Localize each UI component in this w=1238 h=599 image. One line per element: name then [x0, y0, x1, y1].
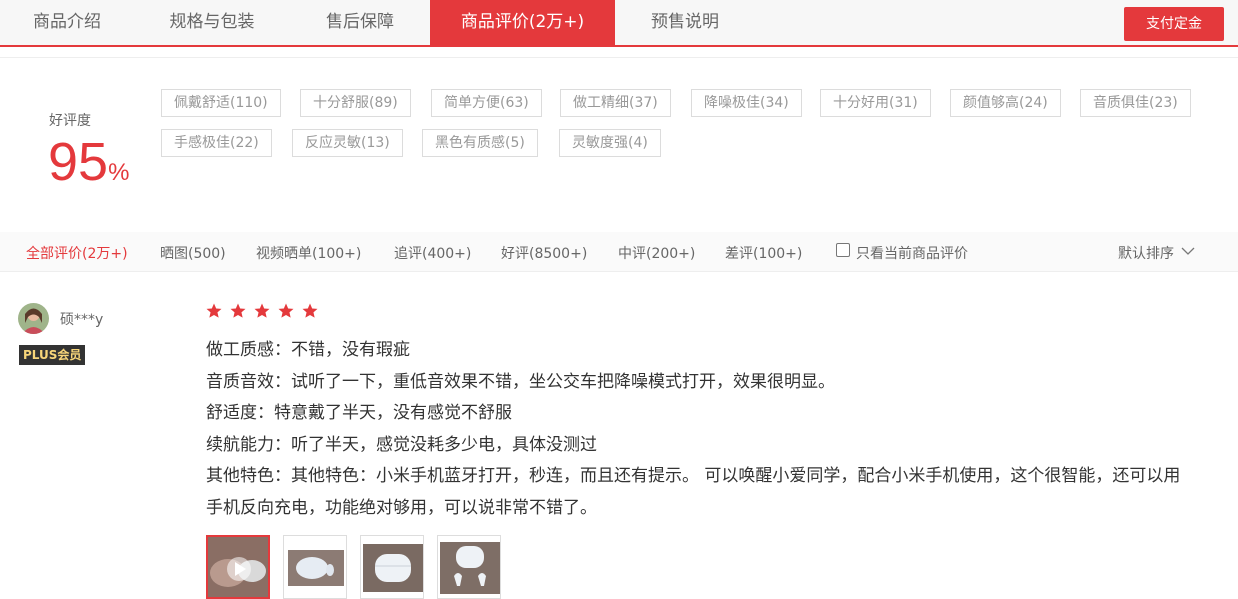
tab-reviews[interactable]: 商品评价(2万+): [430, 0, 615, 45]
product-tab-bar: 商品介绍 规格与包装 售后保障 商品评价(2万+) 预售说明 支付定金: [0, 0, 1238, 47]
review-tag[interactable]: 佩戴舒适(110): [161, 89, 281, 117]
video-thumbnail[interactable]: [206, 535, 270, 599]
review-tag[interactable]: 手感极佳(22): [161, 129, 272, 157]
review-line: 续航能力：听了半天，感觉没耗多少电，具体没测过: [206, 434, 597, 455]
filter-follow-up[interactable]: 追评(400+): [394, 243, 471, 263]
tab-specs-packaging[interactable]: 规格与包装: [134, 0, 290, 45]
avatar[interactable]: [18, 303, 49, 334]
star-icon: [254, 303, 270, 318]
photo-thumbnail[interactable]: [360, 535, 424, 599]
review-tag[interactable]: 做工精细(37): [560, 89, 671, 117]
filter-video[interactable]: 视频晒单(100+): [256, 243, 361, 263]
star-icon: [206, 303, 222, 318]
review-filter-bar: 全部评价(2万+) 晒图(500) 视频晒单(100+) 追评(400+) 好评…: [0, 232, 1238, 272]
review-line: 舒适度：特意戴了半天，没有感觉不舒服: [206, 403, 512, 423]
review-tag[interactable]: 黑色有质感(5): [422, 129, 538, 157]
star-icon: [302, 303, 318, 318]
review-line: 其他特色：其他特色：小米手机蓝牙打开，秒连，而且还有提示。 可以唤醒小爱同学，配…: [206, 466, 1181, 486]
tab-after-sales[interactable]: 售后保障: [290, 0, 430, 45]
filter-all-reviews[interactable]: 全部评价(2万+): [26, 243, 128, 263]
filter-with-photos[interactable]: 晒图(500): [160, 243, 226, 263]
sort-dropdown[interactable]: 默认排序: [1118, 243, 1174, 263]
rating-summary: 好评度 95% 佩戴舒适(110) 十分舒服(89) 简单方便(63) 做工精细…: [0, 57, 1238, 232]
review-line: 手机反向充电，功能绝对够用，可以说非常不错了。: [206, 497, 597, 518]
only-current-product-checkbox[interactable]: [836, 243, 850, 257]
reviewer-username: 硕***y: [60, 312, 104, 328]
filter-positive[interactable]: 好评(8500+): [501, 243, 587, 263]
star-icon: [230, 303, 246, 318]
review-tag[interactable]: 十分舒服(89): [300, 89, 411, 117]
review-tag[interactable]: 反应灵敏(13): [292, 129, 403, 157]
review-line: 音质音效：试听了一下，重低音效果不错，坐公交车把降噪模式打开，效果很明显。: [206, 371, 835, 392]
positive-rate-label: 好评度: [49, 113, 91, 129]
filter-neutral[interactable]: 中评(200+): [618, 243, 695, 263]
review-content: 做工质感：不错，没有瑕疵 音质音效：试听了一下，重低音效果不错，坐公交车把降噪模…: [206, 335, 1226, 524]
review-line: 做工质感：不错，没有瑕疵: [206, 340, 410, 360]
review-tag[interactable]: 颜值够高(24): [950, 89, 1061, 117]
review-tag[interactable]: 降噪极佳(34): [691, 89, 802, 117]
photo-thumbnail[interactable]: [283, 535, 347, 599]
photo-thumbnail[interactable]: [437, 535, 501, 599]
review-tag[interactable]: 简单方便(63): [431, 89, 542, 117]
star-rating: [205, 302, 320, 322]
positive-rate-value: 95%: [48, 132, 130, 192]
review-tag[interactable]: 十分好用(31): [820, 89, 931, 117]
tab-product-intro[interactable]: 商品介绍: [0, 0, 134, 45]
filter-negative[interactable]: 差评(100+): [725, 243, 802, 263]
star-icon: [278, 303, 294, 318]
tab-presale-info[interactable]: 预售说明: [615, 0, 755, 45]
review-tag[interactable]: 音质俱佳(23): [1080, 89, 1191, 117]
chevron-down-icon[interactable]: [1181, 244, 1195, 258]
pay-deposit-button[interactable]: 支付定金: [1124, 7, 1224, 41]
review-tag[interactable]: 灵敏度强(4): [559, 129, 661, 157]
only-current-product-label: 只看当前商品评价: [856, 246, 968, 262]
plus-member-badge: PLUS会员: [19, 345, 86, 365]
